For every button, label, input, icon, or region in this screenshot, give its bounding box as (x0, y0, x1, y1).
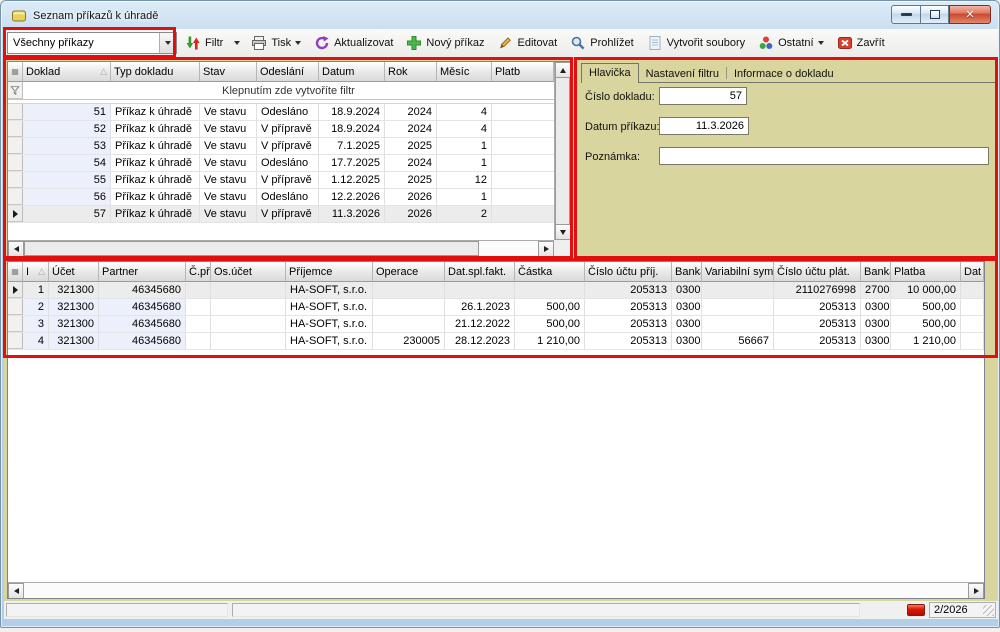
magnifier-icon (570, 35, 586, 51)
annotation-view-selector (3, 27, 176, 58)
chevron-down-icon (234, 41, 240, 45)
window-controls: ✕ (891, 5, 991, 24)
app-window: Seznam příkazů k úhradě ✕ Všechny příkaz… (0, 0, 1000, 628)
print-button-label: Tisk (271, 37, 291, 49)
annotation-orders-grid (3, 57, 573, 259)
refresh-button-label: Aktualizovat (334, 37, 393, 49)
status-panel-left (6, 603, 228, 617)
close-icon: ✕ (965, 8, 974, 21)
period-indicator: 2/2026 (929, 602, 996, 618)
shapes-icon (758, 35, 774, 51)
close-button[interactable]: ✕ (949, 5, 991, 24)
refresh-icon (314, 35, 330, 51)
edit-button[interactable]: Editovat (492, 31, 562, 55)
minimize-icon (901, 13, 912, 16)
window-title: Seznam příkazů k úhradě (33, 10, 158, 22)
annotation-detail-panel (574, 57, 998, 259)
view-button[interactable]: Prohlížet (565, 31, 638, 55)
items-grid-hscrollbar[interactable] (8, 582, 984, 598)
new-order-button[interactable]: Nový příkaz (401, 31, 489, 55)
status-panel-middle (232, 603, 860, 617)
refresh-button[interactable]: Aktualizovat (309, 31, 398, 55)
close-red-icon (837, 35, 853, 51)
close-window-button-label: Zavřít (857, 37, 885, 49)
print-button[interactable]: Tisk (246, 31, 306, 55)
new-order-button-label: Nový příkaz (426, 37, 484, 49)
scroll-left-button[interactable] (8, 583, 24, 599)
resize-grip[interactable] (983, 605, 994, 616)
close-window-button[interactable]: Zavřít (832, 31, 890, 55)
file-icon (647, 35, 663, 51)
filter-button[interactable]: Filtr (180, 31, 228, 55)
status-bar: 2/2026 (4, 601, 998, 619)
create-files-button-label: Vytvořit soubory (667, 37, 745, 49)
app-icon (11, 8, 27, 24)
pencil-icon (497, 35, 513, 51)
minimize-button[interactable] (891, 5, 921, 24)
create-files-button[interactable]: Vytvořit soubory (642, 31, 750, 55)
restore-icon (930, 10, 940, 19)
other-button-label: Ostatní (778, 37, 813, 49)
filter-dropdown-caret[interactable] (231, 31, 243, 55)
filter-button-label: Filtr (205, 37, 223, 49)
edit-button-label: Editovat (517, 37, 557, 49)
status-red-indicator-icon (907, 604, 925, 616)
view-button-label: Prohlížet (590, 37, 633, 49)
other-button[interactable]: Ostatní (753, 31, 828, 55)
printer-icon (251, 35, 267, 51)
plus-icon (406, 35, 422, 51)
restore-button[interactable] (921, 5, 949, 24)
annotation-items-rows (3, 258, 998, 358)
scroll-right-button[interactable] (968, 583, 984, 599)
chevron-down-icon (818, 41, 824, 45)
chevron-down-icon (295, 41, 301, 45)
filter-arrows-icon (185, 35, 201, 51)
titlebar: Seznam příkazů k úhradě (11, 7, 158, 25)
